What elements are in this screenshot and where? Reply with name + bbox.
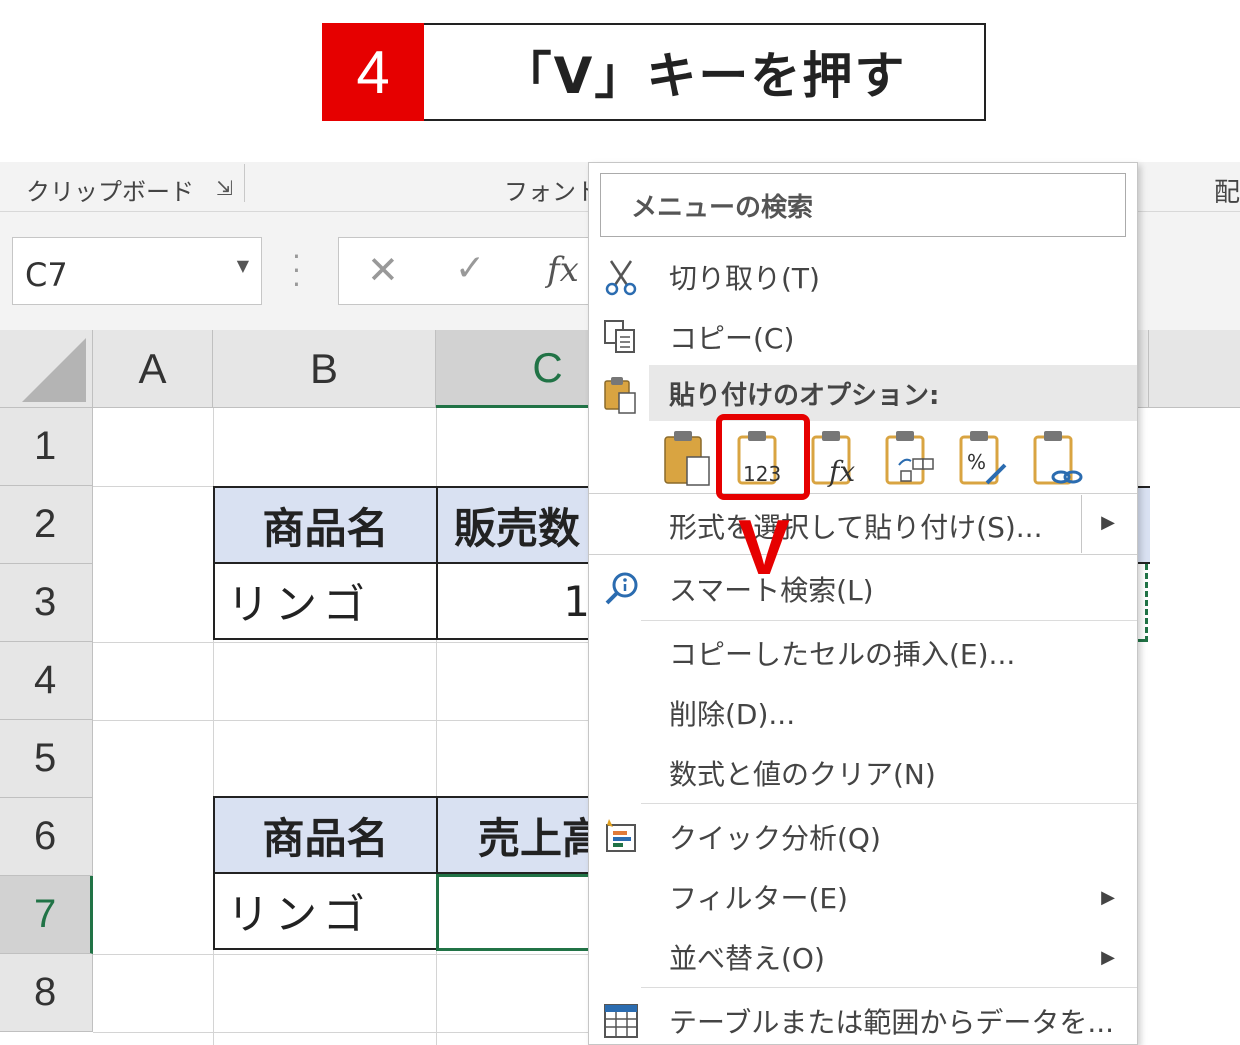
table-icon [604,1004,638,1038]
paste-formatting-icon[interactable]: % [957,429,1009,487]
menu-item-cut[interactable]: 切り取り(T) [589,247,1137,307]
menu-item-label: 数式と値のクリア(N) [669,758,936,791]
ribbon-alignment-label: 配 [1214,178,1240,208]
name-box[interactable]: C7 ▼ [12,237,262,305]
menu-item-label: コピー(C) [669,322,795,355]
menu-item-label: クイック分析(Q) [669,822,881,855]
step-banner: 4 「V」キーを押す [322,23,986,121]
chevron-right-icon[interactable]: ▶ [1101,512,1115,533]
copy-icon [604,320,635,353]
menu-item-clear[interactable]: 数式と値のクリア(N) [589,743,1137,803]
quick-analysis-icon [606,819,636,852]
drag-handle-icon[interactable]: · · · [292,243,301,299]
name-box-value: C7 [25,256,68,294]
menu-item-label: 形式を選択して貼り付け(S)... [669,511,1043,544]
row-header-1[interactable]: 1 [0,408,93,486]
chevron-down-icon[interactable]: ▼ [237,256,249,275]
row-header-8[interactable]: 8 [0,954,93,1032]
cell-c7-active[interactable] [436,874,600,951]
key-annotation: V [738,503,791,591]
gridline [93,642,600,643]
row-header-4[interactable]: 4 [0,642,93,720]
paste-formulas-icon[interactable]: fx [809,429,861,487]
step-number: 4 [322,23,424,121]
cell-c2[interactable]: 販売数 [436,486,600,564]
menu-item-copy[interactable]: コピー(C) [589,307,1137,367]
menu-item-filter[interactable]: フィルター(E) ▶ [589,867,1137,927]
cell-b6[interactable]: 商品名 [213,796,438,874]
paste-transpose-icon[interactable] [883,429,935,487]
worksheet-grid: A B C 1 2 3 4 5 6 7 8 商品名 販売数 リンゴ 1 商品名 … [0,330,600,1045]
menu-item-label: 削除(D)... [669,698,796,731]
check-icon[interactable]: ✓ [455,248,485,289]
ribbon-font-label: フォント [504,178,600,206]
menu-item-delete[interactable]: 削除(D)... [589,683,1137,743]
paste-link-icon[interactable] [1031,429,1083,487]
scissors-icon [605,260,637,296]
paste-values-highlight [716,414,810,500]
worksheet-grid-right [1136,408,1240,1045]
formula-buttons: ✕ ✓ fx [338,237,598,305]
column-header-c[interactable]: C [436,330,600,408]
cell-b3[interactable]: リンゴ [213,562,438,640]
dialog-launcher-icon[interactable]: ⇲ [216,176,233,200]
menu-separator [641,987,1137,988]
row-header-2[interactable]: 2 [0,486,93,564]
cancel-icon[interactable]: ✕ [367,248,399,292]
menu-item-label: フィルター(E) [669,882,848,915]
column-header-b[interactable]: B [213,330,436,408]
cell-b7[interactable]: リンゴ [213,872,438,950]
menu-item-label: 並べ替え(O) [669,942,825,975]
menu-item-table-from-range[interactable]: テーブルまたは範囲からデータを... [589,991,1137,1045]
cell-c6[interactable]: 売上高 [436,796,600,874]
row-header-3[interactable]: 3 [0,564,93,642]
select-all-corner[interactable] [0,330,93,408]
step-instruction: 「V」キーを押す [424,23,986,121]
ribbon-clipboard-label: クリップボード [26,178,194,206]
menu-separator [641,620,1137,621]
cell-b2[interactable]: 商品名 [213,486,438,564]
clipboard-icon [604,377,636,414]
chevron-right-icon: ▶ [1101,886,1115,908]
gridline [93,954,600,955]
menu-item-insert-copied[interactable]: コピーしたセルの挿入(E)... [589,623,1137,683]
row-header-5[interactable]: 5 [0,720,93,798]
insert-function-icon[interactable]: fx [547,250,579,290]
menu-item-label: コピーしたセルの挿入(E)... [669,638,1016,671]
column-divider [1148,330,1149,408]
paste-formulas-label: fx [827,455,855,487]
select-all-triangle-icon [22,338,86,402]
paste-icon[interactable] [661,429,713,487]
paste-options-header: 貼り付けのオプション: [649,365,1137,421]
gridline [93,1032,600,1033]
menu-item-sort[interactable]: 並べ替え(O) ▶ [589,927,1137,987]
menu-item-smart-lookup[interactable]: スマート検索(L) [589,559,1137,619]
menu-separator [641,803,1137,804]
menu-item-paste-special[interactable]: 形式を選択して貼り付け(S)... ▶ [589,493,1137,555]
column-header-a[interactable]: A [93,330,213,408]
gridline [93,720,600,721]
menu-item-quick-analysis[interactable]: クイック分析(Q) [589,807,1137,867]
row-header-7[interactable]: 7 [0,876,93,954]
paste-formatting-label: % [967,450,986,474]
split-button-divider [1081,495,1082,553]
context-menu: メニューの検索 切り取り(T) コピー(C) 貼り付けのオプション: 123 f… [588,162,1138,1045]
menu-search-input[interactable]: メニューの検索 [600,173,1126,237]
cell-c3[interactable]: 1 [436,562,600,640]
menu-item-label: テーブルまたは範囲からデータを... [669,1006,1115,1039]
chevron-right-icon: ▶ [1101,946,1115,968]
header-cell-partial[interactable] [1136,486,1150,564]
smart-lookup-icon [605,572,638,605]
menu-item-label: 切り取り(T) [669,262,820,295]
row-header-6[interactable]: 6 [0,798,93,876]
column-header-partial[interactable] [1136,330,1240,408]
ribbon-separator [244,164,245,202]
